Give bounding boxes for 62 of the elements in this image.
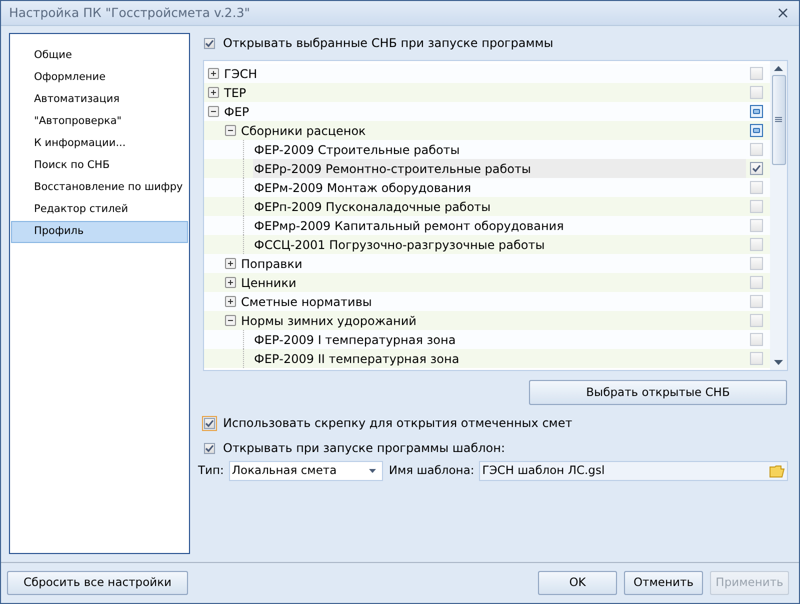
dialog-button[interactable]: Отменить xyxy=(624,571,703,595)
choose-open-button[interactable]: Выбрать открытые СНБ xyxy=(529,380,787,405)
tree-checkbox[interactable] xyxy=(750,257,762,270)
expand-icon[interactable] xyxy=(208,68,219,79)
sidebar-item[interactable]: Автоматизация xyxy=(11,89,188,111)
dialog-button[interactable]: OK xyxy=(538,571,617,595)
collapse-icon[interactable] xyxy=(225,315,236,326)
expand-icon[interactable] xyxy=(225,277,236,288)
sidebar-item[interactable]: К информации... xyxy=(11,133,188,155)
tree-checkbox[interactable] xyxy=(750,276,762,289)
tree-checkbox[interactable] xyxy=(750,352,762,365)
grip-icon xyxy=(775,117,782,123)
tree-item[interactable]: Ценники xyxy=(240,274,298,292)
sidebar-item[interactable]: Редактор стилей xyxy=(11,199,188,221)
sidebar-item[interactable]: Оформление xyxy=(11,67,188,89)
template-label: Имя шаблона: xyxy=(388,462,474,480)
tree-checkbox[interactable] xyxy=(750,295,762,308)
checkbox[interactable] xyxy=(204,442,215,454)
tree-checkbox[interactable] xyxy=(750,67,762,80)
tree-item[interactable]: Поправки xyxy=(240,254,304,272)
sidebar-item[interactable]: Восстановление по шифру xyxy=(11,177,188,199)
tree-checkbox[interactable] xyxy=(750,181,762,194)
checkmark-icon xyxy=(205,38,214,48)
close-button[interactable]: × xyxy=(775,5,791,21)
tree-checkbox[interactable] xyxy=(750,143,762,156)
sidebar-item[interactable]: Общие xyxy=(11,45,188,67)
sidebar-item[interactable]: Поиск по СНБ xyxy=(11,155,188,177)
scroll-thumb[interactable] xyxy=(772,75,786,165)
checkbox-label: Открывать при запуске программы шаблон: xyxy=(223,440,505,457)
tree-checkbox[interactable] xyxy=(750,219,762,232)
tree-checkbox[interactable] xyxy=(750,162,762,175)
expand-icon[interactable] xyxy=(208,87,219,98)
reset-button[interactable]: Сбросить все настройки xyxy=(7,571,188,595)
checkbox-label: Открывать выбранные СНБ при запуске программы xyxy=(223,35,554,52)
expand-icon[interactable] xyxy=(225,258,236,269)
tree-checkbox[interactable] xyxy=(750,238,762,251)
checkbox[interactable] xyxy=(204,38,215,48)
template-field[interactable]: ГЭСН шаблон ЛС.gsl xyxy=(479,461,788,481)
type-label: Тип: xyxy=(198,462,224,480)
collapse-icon[interactable] xyxy=(225,125,236,136)
partial-checkbox[interactable] xyxy=(750,124,762,137)
checkbox-label: Использовать скрепку для открытия отмеченных смет xyxy=(223,415,572,432)
tree-item[interactable]: ГЭСН xyxy=(223,64,258,82)
expand-icon[interactable] xyxy=(225,296,236,307)
tree-checkbox[interactable] xyxy=(750,86,762,99)
window-title: Настройка ПК "Госстройсмета v.2.3" xyxy=(9,4,250,22)
tree-checkbox[interactable] xyxy=(750,333,762,346)
tree-item[interactable]: ФЕР xyxy=(223,102,250,120)
sidebar-item[interactable]: Профиль xyxy=(11,221,188,243)
checkmark-icon xyxy=(205,418,214,428)
checkmark-icon xyxy=(205,444,214,452)
sidebar-item[interactable]: "Автопроверка" xyxy=(11,111,188,133)
collapse-icon[interactable] xyxy=(208,106,219,117)
tree-checkbox[interactable] xyxy=(750,314,762,327)
scrollbar[interactable] xyxy=(770,61,787,370)
tree-item[interactable]: ТЕР xyxy=(223,84,248,102)
tree-checkbox[interactable] xyxy=(750,200,762,213)
partial-checkbox[interactable] xyxy=(750,105,762,118)
checkmark-icon xyxy=(752,164,760,173)
tree-item[interactable]: ФЕРр-2009 Ремонтно-строительные работы xyxy=(253,159,746,178)
type-dropdown[interactable]: Локальная смета xyxy=(228,461,383,481)
dropdown-arrow-icon xyxy=(368,469,376,473)
